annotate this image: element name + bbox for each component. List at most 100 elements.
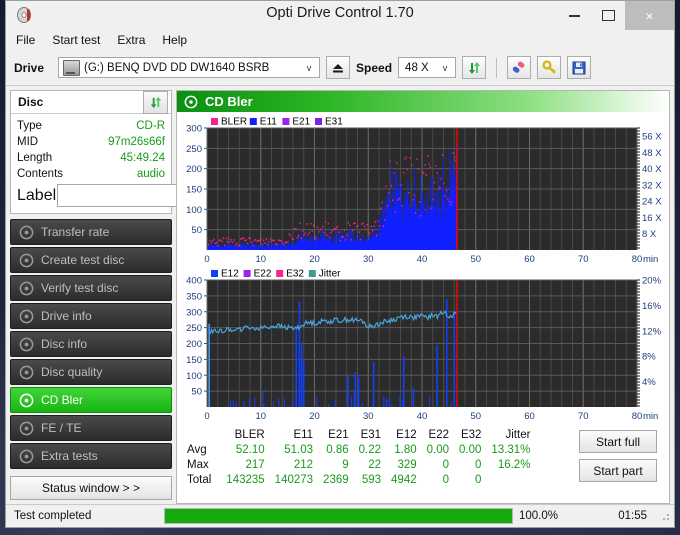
svg-text:12%: 12%: [642, 326, 662, 337]
menu-item-help[interactable]: Help: [162, 33, 187, 47]
disc-info-icon: [19, 337, 34, 352]
stats-cell: 9: [342, 458, 349, 471]
svg-text:4%: 4%: [642, 377, 656, 388]
sidebar-item-drive-info[interactable]: Drive info: [10, 303, 172, 329]
svg-text:40 X: 40 X: [642, 164, 662, 175]
menu-item-extra[interactable]: Extra: [117, 33, 145, 47]
stats-corner: [185, 427, 221, 442]
stats-cell: 13.31%: [491, 443, 531, 456]
speed-select-value: 48 X: [405, 61, 429, 74]
stats-col-e22: E22: [428, 428, 450, 441]
stats-col-e11: E11: [293, 428, 314, 441]
sidebar-item-label: CD Bler: [41, 393, 84, 407]
svg-text:E12: E12: [221, 269, 239, 280]
stats-cell: 0: [442, 473, 450, 486]
svg-text:80: 80: [632, 411, 643, 422]
svg-text:E22: E22: [254, 269, 272, 280]
eject-button[interactable]: [326, 56, 351, 79]
elapsed-time: 01:55: [618, 510, 647, 522]
chevron-down-icon: v: [306, 62, 312, 73]
stats-cell: 140273: [274, 473, 314, 486]
svg-text:10: 10: [255, 254, 266, 265]
svg-text:8%: 8%: [642, 352, 656, 363]
toolbar-separator: [496, 57, 498, 78]
svg-text:min: min: [643, 254, 658, 265]
start-part-button[interactable]: Start part: [579, 459, 657, 482]
stats-cell: 0: [475, 458, 482, 471]
sidebar-item-create-test-disc[interactable]: Create test disc: [10, 247, 172, 273]
svg-text:60: 60: [524, 254, 535, 265]
sidebar-item-label: Extra tests: [41, 449, 98, 463]
disc-icon: [19, 225, 34, 240]
charts-area: 50 100 150 200 250 300 8 X 16 X 24 X 32 X 40 X 48 X…: [177, 112, 669, 423]
stats-col-e31: E31: [360, 428, 382, 441]
sidebar-item-verify-test-disc[interactable]: Verify test disc: [10, 275, 172, 301]
disc-quality-icon: [19, 365, 34, 380]
svg-text:50: 50: [191, 225, 202, 236]
key-button[interactable]: [537, 56, 562, 79]
svg-text:BLER: BLER: [221, 117, 247, 128]
stats-col-jitter: Jitter: [505, 428, 531, 441]
window-controls: ×: [557, 1, 674, 30]
svg-text:60: 60: [524, 411, 535, 422]
sidebar-item-label: Drive info: [41, 309, 92, 323]
jitter-chart[interactable]: 50 100 150 200 250 300 350 400 4% 8% 12% 16% 20% 0 10 2…: [181, 266, 665, 423]
action-buttons: Start full Start part: [579, 427, 661, 487]
sidebar-item-disc-info[interactable]: Disc info: [10, 331, 172, 357]
progress-bar: [164, 508, 513, 524]
start-full-button[interactable]: Start full: [579, 430, 657, 453]
sidebar-item-extra-tests[interactable]: Extra tests: [10, 443, 172, 469]
sidebar-item-transfer-rate[interactable]: Transfer rate: [10, 219, 172, 245]
svg-text:70: 70: [578, 411, 589, 422]
status-bar: Test completed 100.0% 01:55: [6, 504, 674, 527]
svg-text:32 X: 32 X: [642, 180, 662, 191]
disc-row-contents: Contents audio: [17, 166, 165, 182]
svg-text:E32: E32: [286, 269, 304, 280]
stats-cell: 0.86: [326, 443, 349, 456]
stats-cell: 0.00: [459, 443, 482, 456]
stats-cell: 52.10: [235, 443, 265, 456]
disc-row-label: Label: [17, 184, 261, 207]
stats-header-row: BLER E11 E21 E31 E12 E22 E32 Jitter: [185, 427, 535, 442]
maximize-button[interactable]: [591, 1, 625, 30]
table-row: Avg 52.10 51.03 0.86 0.22 1.80 0.00 0.00…: [185, 442, 535, 457]
resize-grip-icon[interactable]: [659, 510, 671, 522]
minimize-button[interactable]: [557, 1, 591, 30]
disc-refresh-button[interactable]: [143, 90, 168, 114]
stats-cell: 2369: [323, 473, 349, 486]
svg-text:48 X: 48 X: [642, 148, 662, 159]
svg-text:20: 20: [309, 254, 320, 265]
svg-text:24 X: 24 X: [642, 197, 662, 208]
sidebar-item-fe-te[interactable]: FE / TE: [10, 415, 172, 441]
speed-label: Speed: [356, 60, 393, 75]
svg-text:200: 200: [186, 164, 202, 175]
svg-text:E11: E11: [260, 117, 277, 128]
close-button[interactable]: ×: [625, 1, 674, 30]
stats-table: BLER E11 E21 E31 E12 E22 E32 Jitter Avg …: [185, 427, 535, 487]
stats-cell: 22: [368, 458, 382, 471]
svg-text:50: 50: [191, 387, 202, 398]
menu-item-file[interactable]: File: [16, 33, 35, 47]
panel-disc-icon: [184, 95, 198, 109]
svg-text:30: 30: [363, 254, 374, 265]
menu-item-start-test[interactable]: Start test: [52, 33, 100, 47]
sidebar-item-disc-quality[interactable]: Disc quality: [10, 359, 172, 385]
disc-row-type: Type CD-R: [17, 118, 165, 134]
refresh-button[interactable]: [462, 56, 487, 79]
drive-info-icon: [19, 309, 34, 324]
svg-text:100: 100: [186, 205, 202, 216]
disc-panel-header: Disc: [11, 90, 171, 114]
svg-text:50: 50: [470, 254, 481, 265]
status-window-button[interactable]: Status window > >: [10, 476, 172, 500]
chevron-down-icon: v: [442, 62, 448, 73]
sidebar-item-cd-bler[interactable]: CD Bler: [10, 387, 172, 413]
erase-button[interactable]: [507, 56, 532, 79]
drive-select[interactable]: (G:) BENQ DVD DD DW1640 BSRB v: [58, 57, 321, 78]
stats-cell: 51.03: [284, 443, 314, 456]
disc-value-length: 45:49.24: [120, 152, 165, 164]
bler-chart[interactable]: 50 100 150 200 250 300 8 X 16 X 24 X 32 X 40 X 48 X…: [181, 114, 665, 266]
stats-cell: 0: [475, 473, 482, 486]
disc-key-type: Type: [17, 120, 42, 132]
speed-select[interactable]: 48 X v: [398, 57, 457, 78]
save-button[interactable]: [567, 56, 592, 79]
